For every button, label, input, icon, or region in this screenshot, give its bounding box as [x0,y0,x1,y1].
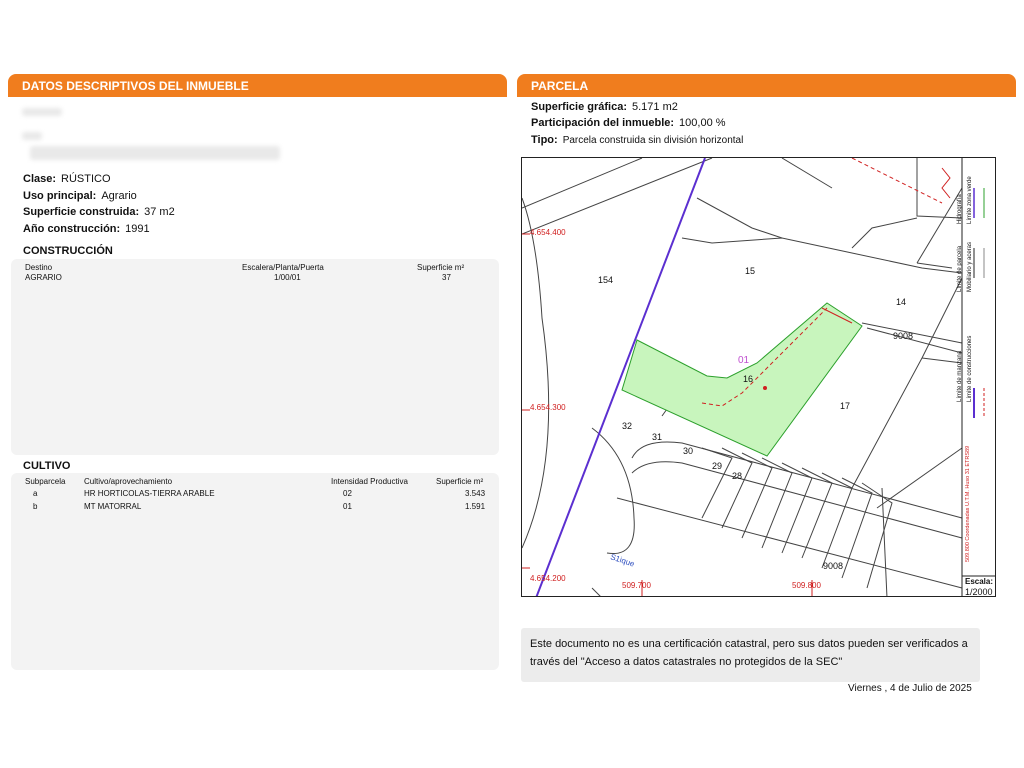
parcel-number: 17 [840,401,851,411]
col-header-cultivo: Cultivo/aprovechamiento [84,477,173,486]
coord-label: 4.654.400 [530,228,566,237]
field-superficie-grafica: Superficie gráfica: 5.171 m2 [531,101,678,113]
legend-item: Límite de construcciones [967,335,973,402]
parcel-number: 30 [683,446,694,456]
construccion-title: CONSTRUCCIÓN [23,245,113,257]
legend-item: Límite zona verde [967,176,973,224]
col-header-intensidad: Intensidad Productiva [331,477,408,486]
cultivo-cell-intensidad: 01 [343,502,352,511]
redacted-address [30,146,280,160]
scale-value: 1/2000 [965,587,993,597]
cultivo-cell-superficie: 1.591 [465,502,486,511]
col-header-subparcela: Subparcela [25,477,66,486]
parcel-number: 15 [745,266,756,276]
field-uso-principal: Uso principal: Agrario [23,190,137,202]
parcel-number: 9008 [823,561,844,571]
field-participacion: Participación del inmueble: 100,00 % [531,117,726,129]
parcel-number: 154 [598,275,614,285]
header-underline [8,96,507,97]
cultivo-cell-subparcela: b [33,502,38,511]
section-header-datos: DATOS DESCRIPTIVOS DEL INMUEBLE [8,74,507,96]
parcel-number: 28 [732,471,743,481]
cultivo-cell-cultivo: HR HORTICOLAS-TIERRA ARABLE [84,489,215,498]
construccion-cell-superficie: 37 [442,273,451,282]
col-header-destino: Destino [25,263,53,272]
col-header-superficie-cultivo: Superficie m² [436,477,484,486]
header-underline [517,96,1016,97]
coord-label: 509.700 [622,581,651,590]
field-clase: Clase: RÚSTICO [23,173,111,185]
parcel-number: 9008 [893,331,914,341]
construccion-cell-destino: AGRARIO [25,273,62,282]
coord-label: 4.654.300 [530,403,566,412]
col-header-superficie: Superficie m² [417,263,465,272]
redacted-address [22,132,42,140]
section-header-parcela: PARCELA [517,74,1016,96]
cultivo-cell-subparcela: a [33,489,38,498]
scale-label: Escala: [965,577,994,586]
construccion-cell-escalera: 1/00/01 [274,273,301,282]
legend-item: Límite de parcela [957,245,963,292]
map-legend: Hidrografía Límite de parcela Límite zon… [957,162,995,572]
legend-item: Mobiliario y aceras [967,241,973,292]
cultivo-cell-intensidad: 02 [343,489,352,498]
parcel-number: 14 [896,297,907,307]
parcel-number: 31 [652,432,663,442]
legend-item: Límite de manzana [957,350,963,402]
cultivo-cell-superficie: 3.543 [465,489,486,498]
disclaimer-note: Este documento no es una certificación c… [521,628,980,682]
map-svg [522,158,995,596]
subparcel-label: 01 [738,355,750,366]
cadastral-map: 4.654.400 4.654.300 4.654.200 509.700 50… [521,157,996,597]
coord-label: 509.800 [792,581,821,590]
cultivo-title: CULTIVO [23,460,71,472]
cultivo-cell-cultivo: MT MATORRAL [84,502,142,511]
field-anio-construccion: Año construcción: 1991 [23,223,150,235]
legend-coords: 509.800 Coordenadas U.T.M. Huso 31 ETRS8… [965,445,971,562]
coord-label: 4.654.200 [530,574,566,583]
field-superficie-construida: Superficie construida: 37 m2 [23,206,175,218]
redacted-address [22,108,62,116]
construccion-table [11,259,499,455]
document-date: Viernes , 4 de Julio de 2025 [848,683,972,694]
field-tipo: Tipo: Parcela construida sin división hor… [531,134,744,146]
col-header-escalera: Escalera/Planta/Puerta [242,263,324,272]
legend-item: Hidrografía [957,194,963,224]
parcel-number: 32 [622,421,633,431]
parcel-number: 16 [743,374,754,384]
parcel-number: 29 [712,461,723,471]
